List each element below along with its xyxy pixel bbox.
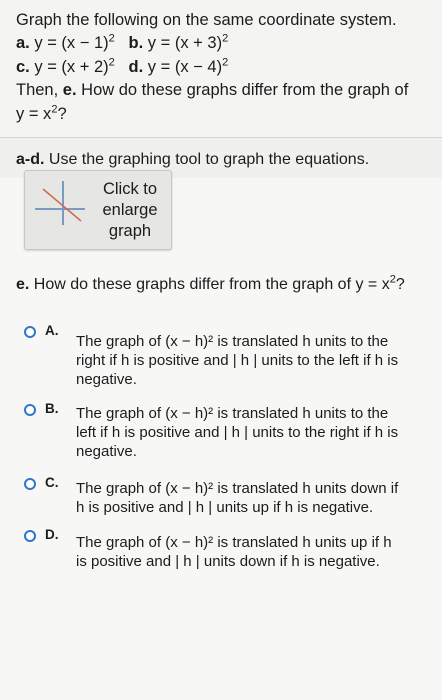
option-a[interactable]: A. The graph of (x − h)² is translated h… [0,322,442,388]
equation-row-cd: c. y = (x + 2)2 d. y = (x − 4)2 [16,57,228,77]
option-a-line: negative. [76,371,137,388]
question-then-line: Then, e. How do these graphs differ from… [16,80,408,100]
option-c-line: The graph of (x − h)² is translated h un… [76,480,399,497]
then-prefix: Then, [16,81,59,99]
option-b-line: negative. [76,443,137,460]
eq-d-exponent: 2 [222,56,229,69]
eq-c: y = (x + 2) [34,58,109,76]
section-ad-text: Use the graphing tool to graph the equat… [48,151,370,168]
question-panel: Graph the following on the same coordina… [0,0,442,138]
eq-a-label: a. [16,34,30,52]
option-c-letter: C. [45,475,59,490]
option-d-radio[interactable] [24,530,36,542]
option-d-text: The graph of (x − h)² is translated h un… [76,533,430,571]
part-e-label: e. [16,276,30,293]
eq-b-exponent: 2 [222,32,229,45]
question-instruction: Graph the following on the same coordina… [16,11,397,29]
part-e-question-mark: ? [395,276,405,293]
option-b-radio[interactable] [24,404,36,416]
option-b-text: The graph of (x − h)² is translated h un… [76,404,430,461]
option-c-line: h is positive and | h | units up if h is… [76,499,374,516]
part-e-question: e. How do these graphs differ from the g… [16,274,405,294]
option-c-radio[interactable] [24,478,36,490]
option-a-line: The graph of (x − h)² is translated h un… [76,333,389,350]
eq-a-exponent: 2 [108,32,115,45]
option-d-letter: D. [45,527,59,542]
option-d[interactable]: D. The graph of (x − h)² is translated h… [0,526,442,574]
option-a-radio[interactable] [24,326,36,338]
option-c[interactable]: C. The graph of (x − h)² is translated h… [0,474,442,522]
option-d-line: The graph of (x − h)² is translated h un… [76,534,392,551]
then-e-label: e. [62,81,77,99]
option-a-text: The graph of (x − h)² is translated h un… [76,332,430,389]
option-a-letter: A. [45,323,59,338]
equation-row-ab: a. y = (x − 1)2 b. y = (x + 3)2 [16,33,228,53]
enlarge-graph-button[interactable]: Click to enlarge graph [24,170,172,250]
eq-d: y = (x − 4) [147,58,223,76]
eq-b: y = (x + 3) [147,34,223,52]
enlarge-line-2: enlarge [102,201,158,219]
option-b-line: The graph of (x − h)² is translated h un… [76,405,389,422]
part-e-text: How do these graphs differ from the grap… [33,276,390,293]
base-question-mark: ? [57,105,67,123]
base-eq: y = x [16,105,52,123]
eq-c-label: c. [16,58,30,76]
option-c-text: The graph of (x − h)² is translated h un… [76,479,430,517]
eq-a: y = (x − 1) [34,34,109,52]
section-ad-label: a-d. Use the graphing tool to graph the … [16,151,369,169]
enlarge-line-3: graph [108,222,152,240]
enlarge-graph-label: Click to enlarge graph [97,179,163,242]
then-text: How do these graphs differ from the grap… [81,81,409,99]
section-ad-bold: a-d. [16,151,45,168]
option-a-line: right if h is positive and | h | units t… [76,352,399,369]
option-b-letter: B. [45,401,59,416]
option-b-line: left if h is positive and | h | units to… [76,424,399,441]
eq-d-label: d. [128,58,144,76]
option-b[interactable]: B. The graph of (x − h)² is translated h… [0,400,442,466]
eq-b-label: b. [128,34,144,52]
option-d-line: is positive and | h | units down if h is… [76,553,380,570]
graph-thumbnail-icon [35,181,85,225]
question-base-graph: y = x2? [16,104,67,124]
enlarge-line-1: Click to [102,180,158,198]
eq-c-exponent: 2 [108,56,115,69]
